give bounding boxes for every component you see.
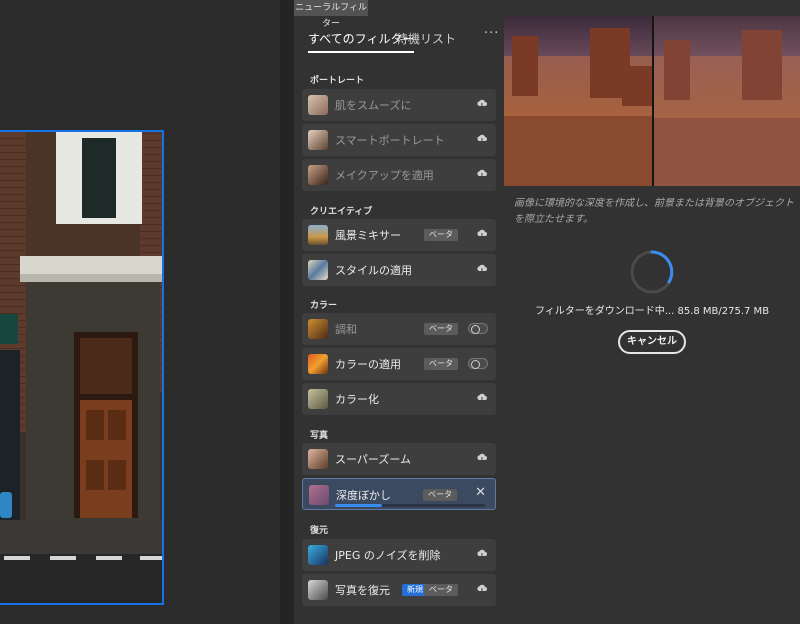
landscape-thumbnail-icon bbox=[308, 225, 328, 245]
filter-style-transfer[interactable]: スタイルの適用 bbox=[302, 254, 496, 286]
close-icon[interactable]: ✕ bbox=[475, 485, 486, 500]
preview-split-line bbox=[652, 16, 654, 186]
filter-preview-pane: 画像に環境的な深度を作成し、前景または背景のオブジェクトを際立たせます。 フィル… bbox=[504, 0, 800, 624]
lane-marking bbox=[50, 556, 76, 560]
filter-super-zoom[interactable]: スーパーズーム bbox=[302, 443, 496, 475]
filter-label: スマートポートレート bbox=[335, 134, 445, 147]
tab-wait-list[interactable]: 待機リスト bbox=[396, 30, 456, 51]
building-window bbox=[56, 132, 142, 224]
filter-smooth-skin[interactable]: 肌をスムーズに bbox=[302, 89, 496, 121]
wooden-door bbox=[80, 400, 132, 518]
filter-toggle[interactable] bbox=[468, 358, 488, 369]
cloud-download-icon[interactable] bbox=[476, 229, 488, 239]
beta-badge: ベータ bbox=[424, 358, 458, 370]
beta-badge: ベータ bbox=[424, 323, 458, 335]
jpeg-thumbnail-icon bbox=[308, 545, 328, 565]
style-thumbnail-icon bbox=[308, 260, 328, 280]
filter-label: 風景ミキサー bbox=[335, 229, 401, 242]
download-progress-fill bbox=[335, 504, 382, 507]
cloud-download-icon[interactable] bbox=[476, 549, 488, 559]
filter-label: カラーの適用 bbox=[335, 358, 401, 371]
color-transfer-thumbnail-icon bbox=[308, 354, 328, 374]
lane-marking bbox=[4, 556, 30, 560]
filter-landscape-mixer[interactable]: 風景ミキサー ベータ bbox=[302, 219, 496, 251]
makeup-thumbnail-icon bbox=[308, 165, 328, 185]
filter-depth-blur[interactable]: 深度ぼかし ベータ ✕ bbox=[302, 478, 496, 510]
shop-sign bbox=[0, 314, 18, 344]
cloud-download-icon[interactable] bbox=[476, 169, 488, 179]
filter-color-transfer[interactable]: カラーの適用 ベータ bbox=[302, 348, 496, 380]
document-canvas[interactable] bbox=[0, 0, 280, 624]
cloud-download-icon[interactable] bbox=[476, 99, 488, 109]
cloud-download-icon[interactable] bbox=[476, 393, 488, 403]
zoom-thumbnail-icon bbox=[308, 449, 328, 469]
filter-toggle[interactable] bbox=[468, 323, 488, 334]
neural-filters-panel: ニューラルフィルター すべてのフィルター 待機リスト ··· ポートレート 肌を… bbox=[294, 0, 504, 624]
colorize-thumbnail-icon bbox=[308, 389, 328, 409]
filter-jpeg-artifacts-removal[interactable]: JPEG のノイズを削除 bbox=[302, 539, 496, 571]
face-thumbnail-icon bbox=[308, 95, 328, 115]
filter-makeup-transfer[interactable]: メイクアップを適用 bbox=[302, 159, 496, 191]
pane-divider[interactable] bbox=[280, 0, 294, 624]
panel-tab-title[interactable]: ニューラルフィルター bbox=[294, 0, 368, 29]
section-title-photo: 写真 bbox=[310, 431, 329, 441]
filter-label: 深度ぼかし bbox=[336, 489, 391, 502]
section-title-color: カラー bbox=[310, 301, 338, 311]
filter-label: スタイルの適用 bbox=[335, 264, 412, 277]
lane-marking bbox=[140, 556, 162, 560]
loading-spinner-icon bbox=[630, 250, 674, 294]
filter-label: 肌をスムーズに bbox=[335, 99, 412, 112]
filter-tabs: すべてのフィルター 待機リスト ··· bbox=[308, 26, 498, 56]
filter-label: 調和 bbox=[335, 323, 357, 336]
cancel-button[interactable]: キャンセル bbox=[618, 330, 686, 354]
cloud-download-icon[interactable] bbox=[476, 134, 488, 144]
section-title-creative: クリエイティブ bbox=[310, 207, 373, 217]
document-image[interactable] bbox=[0, 130, 164, 605]
portrait-thumbnail-icon bbox=[308, 130, 328, 150]
download-progress-bar bbox=[335, 504, 485, 507]
section-title-restore: 復元 bbox=[310, 526, 329, 536]
door-transom bbox=[80, 338, 132, 394]
cornice bbox=[20, 256, 162, 274]
filter-description: 画像に環境的な深度を作成し、前景または背景のオブジェクトを際立たせます。 bbox=[514, 198, 794, 225]
sidewalk bbox=[0, 520, 162, 554]
cloud-download-icon[interactable] bbox=[476, 264, 488, 274]
cloud-download-icon[interactable] bbox=[476, 453, 488, 463]
filter-label: JPEG のノイズを削除 bbox=[335, 549, 441, 562]
section-title-portrait: ポートレート bbox=[310, 76, 365, 86]
filter-harmonization[interactable]: 調和 ベータ bbox=[302, 313, 496, 345]
depth-blur-thumbnail-icon bbox=[309, 485, 329, 505]
preview-image bbox=[504, 16, 800, 186]
filter-label: 写真を復元 bbox=[335, 584, 390, 597]
beta-badge: ベータ bbox=[423, 489, 457, 501]
beta-badge: ベータ bbox=[424, 584, 458, 596]
road bbox=[0, 554, 162, 603]
harmonize-thumbnail-icon bbox=[308, 319, 328, 339]
filter-photo-restoration[interactable]: 写真を復元 新規 ベータ bbox=[302, 574, 496, 606]
more-icon[interactable]: ··· bbox=[484, 26, 499, 41]
download-status: フィルターをダウンロード中... 85.8 MB/275.7 MB bbox=[534, 306, 770, 317]
filter-smart-portrait[interactable]: スマートポートレート bbox=[302, 124, 496, 156]
blue-object bbox=[0, 492, 12, 518]
filter-label: メイクアップを適用 bbox=[335, 169, 434, 182]
filter-colorize[interactable]: カラー化 bbox=[302, 383, 496, 415]
filter-label: カラー化 bbox=[335, 393, 379, 406]
filter-label: スーパーズーム bbox=[335, 453, 412, 466]
restore-thumbnail-icon bbox=[308, 580, 328, 600]
cloud-download-icon[interactable] bbox=[476, 584, 488, 594]
cornice bbox=[20, 274, 162, 282]
lane-marking bbox=[96, 556, 122, 560]
beta-badge: ベータ bbox=[424, 229, 458, 241]
